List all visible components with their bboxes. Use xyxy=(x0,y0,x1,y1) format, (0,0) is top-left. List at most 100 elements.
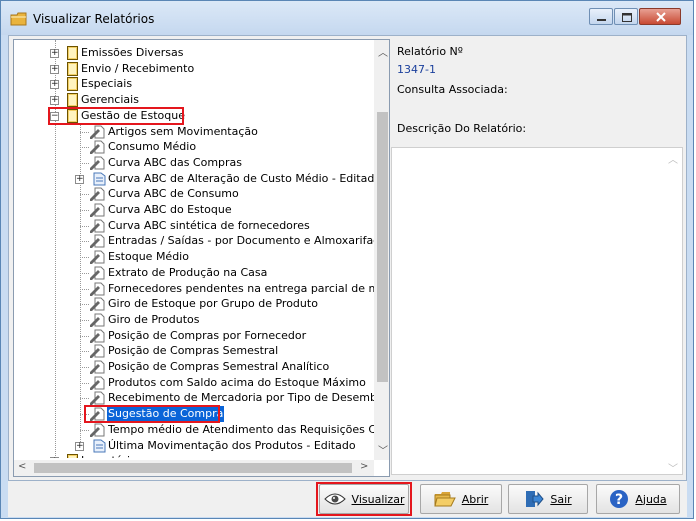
folder-icon xyxy=(67,46,78,60)
desc-scroll-up-icon[interactable]: ︿ xyxy=(668,151,678,166)
tree-branch-line xyxy=(80,272,89,274)
report-icon xyxy=(89,329,105,343)
minimize-button[interactable] xyxy=(589,8,613,25)
gestao-estoque-highlight-box xyxy=(48,106,184,125)
report-icon xyxy=(89,266,105,280)
report-icon xyxy=(89,156,105,170)
report-group-icon xyxy=(91,172,107,186)
tree-item-envio-recebimento[interactable]: + Envio / Recebimento xyxy=(14,61,374,77)
tree-branch-line xyxy=(80,319,89,321)
tree-item-curva-abc-de-alteracao-de-custo-medio-editado[interactable]: + Curva ABC de Alteração de Custo Médio -… xyxy=(14,171,374,187)
tree-item-entradas-saidas-por-documento-e-almoxarifado[interactable]: Entradas / Saídas - por Documento e Almo… xyxy=(14,233,374,249)
tree-item-label: Fornecedores pendentes na entrega parcia… xyxy=(108,281,374,295)
abrir-label: Abrir xyxy=(461,492,489,506)
tree-item-label: Emissões Diversas xyxy=(81,46,184,59)
tree-branch-line xyxy=(80,162,89,164)
expand-toggle-icon[interactable]: + xyxy=(50,49,59,58)
tree-item-curva-abc-sintetica-de-fornecedores[interactable]: Curva ABC sintética de fornecedores xyxy=(14,218,374,234)
tree-branch-line xyxy=(80,429,89,431)
tree-item-estoque-medio[interactable]: Estoque Médio xyxy=(14,249,374,265)
tree-item-label: Curva ABC de Alteração de Custo Médio - … xyxy=(108,171,374,185)
description-label: Descrição Do Relatório: xyxy=(397,122,527,135)
report-icon xyxy=(89,219,105,233)
tree-branch-line xyxy=(80,304,89,306)
tree-item-label: Posição de Compras Semestral xyxy=(108,344,279,358)
report-viewer-window: Visualizar Relatórios + Emissões Diversas… xyxy=(0,0,694,519)
vertical-scroll-thumb[interactable] xyxy=(377,112,388,382)
expand-toggle-icon[interactable]: + xyxy=(50,96,59,106)
tree-item-curva-abc-do-estoque[interactable]: Curva ABC do Estoque xyxy=(14,202,374,218)
tree-item-extrato-de-producao-na-casa[interactable]: Extrato de Produção na Casa xyxy=(14,265,374,281)
tree-item-artigos-sem-movimentacao[interactable]: Artigos sem Movimentação xyxy=(14,124,374,140)
description-textarea[interactable]: ︿ ﹀ xyxy=(391,147,683,475)
exit-door-icon xyxy=(526,491,544,507)
close-button[interactable] xyxy=(639,8,681,25)
ajuda-label: Ajuda xyxy=(635,492,667,506)
tree-item-especiais[interactable]: + Especiais xyxy=(14,76,374,92)
tree-item-label: Curva ABC de Consumo xyxy=(108,187,239,201)
expand-toggle-icon[interactable]: + xyxy=(75,441,84,451)
tree-item-label: Curva ABC das Compras xyxy=(108,155,243,169)
report-icon xyxy=(89,282,105,296)
sair-button[interactable]: Sair xyxy=(508,484,588,514)
horizontal-scroll-thumb[interactable] xyxy=(34,463,352,473)
tree-item-inventarios[interactable]: + Inventários xyxy=(14,453,374,458)
tree-branch-line xyxy=(80,147,89,149)
scroll-up-arrow-icon[interactable]: ︿ xyxy=(378,44,388,59)
tree-item-ultima-movimentacao-dos-produtos-editado[interactable]: + Última Movimentação dos Produtos - Edit… xyxy=(14,438,374,454)
sugestao-compra-highlight-box xyxy=(84,405,220,424)
window-title: Visualizar Relatórios xyxy=(33,12,155,26)
tree-branch-line xyxy=(80,194,89,196)
tree-item-label: Estoque Médio xyxy=(108,250,189,264)
tree-item-produtos-com-saldo-acima-do-estoque-maximo[interactable]: Produtos com Saldo acima do Estoque Máxi… xyxy=(14,375,374,391)
report-tree[interactable]: + Emissões Diversas + Envio / Recebimento + E… xyxy=(13,39,390,477)
tree-branch-line xyxy=(80,257,89,259)
tree-vertical-scrollbar[interactable]: ︿ ﹀ xyxy=(374,40,389,460)
visualizar-label: Visualizar xyxy=(351,492,405,506)
ajuda-button[interactable]: ? Ajuda xyxy=(596,484,680,514)
tree-branch-line xyxy=(80,351,89,353)
tree-item-curva-abc-das-compras[interactable]: Curva ABC das Compras xyxy=(14,155,374,171)
scroll-right-arrow-icon[interactable]: > xyxy=(360,461,368,472)
scroll-left-arrow-icon[interactable]: < xyxy=(18,461,26,472)
tree-item-label: Gerenciais xyxy=(81,93,139,107)
tree-item-label: Extrato de Produção na Casa xyxy=(108,265,268,279)
tree-item-recebimento-de-mercadoria-por-tipo-de-desembolso[interactable]: Recebimento de Mercadoria por Tipo de De… xyxy=(14,390,374,406)
tree-branch-line xyxy=(80,288,89,290)
folder-app-icon xyxy=(10,12,27,26)
tree-item-gerenciais[interactable]: + Gerenciais xyxy=(14,92,374,108)
report-icon xyxy=(89,187,105,202)
abrir-button[interactable]: Abrir xyxy=(420,484,502,514)
report-icon xyxy=(89,313,105,327)
tree-horizontal-scrollbar[interactable]: < > xyxy=(14,460,374,476)
expand-toggle-icon[interactable]: + xyxy=(50,64,59,74)
tree-item-tempo-medio-de-atendimento-das-requisicoes-cadast[interactable]: Tempo médio de Atendimento das Requisiçõ… xyxy=(14,422,374,438)
svg-text:?: ? xyxy=(615,492,623,508)
tree-item-label: Giro de Produtos xyxy=(108,312,200,326)
tree-item-curva-abc-de-consumo[interactable]: Curva ABC de Consumo xyxy=(14,186,374,202)
tree-item-emissoes-diversas[interactable]: + Emissões Diversas xyxy=(14,45,374,61)
maximize-icon xyxy=(622,13,632,22)
scroll-down-arrow-icon[interactable]: ﹀ xyxy=(378,442,388,457)
tree-item-label: Posição de Compras por Fornecedor xyxy=(108,328,307,342)
close-icon xyxy=(656,12,666,22)
report-details-panel: Relatório Nº 1347-1 Consulta Associada: … xyxy=(391,39,684,477)
tree-item-posicao-de-compras-por-fornecedor[interactable]: Posição de Compras por Fornecedor xyxy=(14,328,374,344)
tree-item-giro-de-produtos[interactable]: Giro de Produtos xyxy=(14,312,374,328)
desc-scroll-down-icon[interactable]: ﹀ xyxy=(668,460,678,475)
expand-toggle-icon[interactable]: + xyxy=(50,457,59,458)
maximize-button[interactable] xyxy=(614,8,638,25)
tree-item-posicao-de-compras-semestral[interactable]: Posição de Compras Semestral xyxy=(14,343,374,359)
eye-icon xyxy=(323,493,346,505)
tree-item-fornecedores-pendentes-na-entrega-parcial-de-mercad[interactable]: Fornecedores pendentes na entrega parcia… xyxy=(14,281,374,297)
expand-toggle-icon[interactable]: + xyxy=(75,174,84,184)
expand-toggle-icon[interactable]: + xyxy=(50,80,59,90)
tree-branch-line xyxy=(80,131,89,133)
tree-item-consumo-medio[interactable]: Consumo Médio xyxy=(14,139,374,155)
tree-item-giro-de-estoque-por-grupo-de-produto[interactable]: Giro de Estoque por Grupo de Produto xyxy=(14,296,374,312)
tree-item-label: Posição de Compras Semestral Analítico xyxy=(108,360,330,373)
visualizar-button[interactable]: Visualizar xyxy=(319,484,409,514)
report-icon xyxy=(89,391,105,406)
tree-branch-line xyxy=(80,241,89,243)
tree-item-posicao-de-compras-semestral-analitico[interactable]: Posição de Compras Semestral Analítico xyxy=(14,359,374,375)
